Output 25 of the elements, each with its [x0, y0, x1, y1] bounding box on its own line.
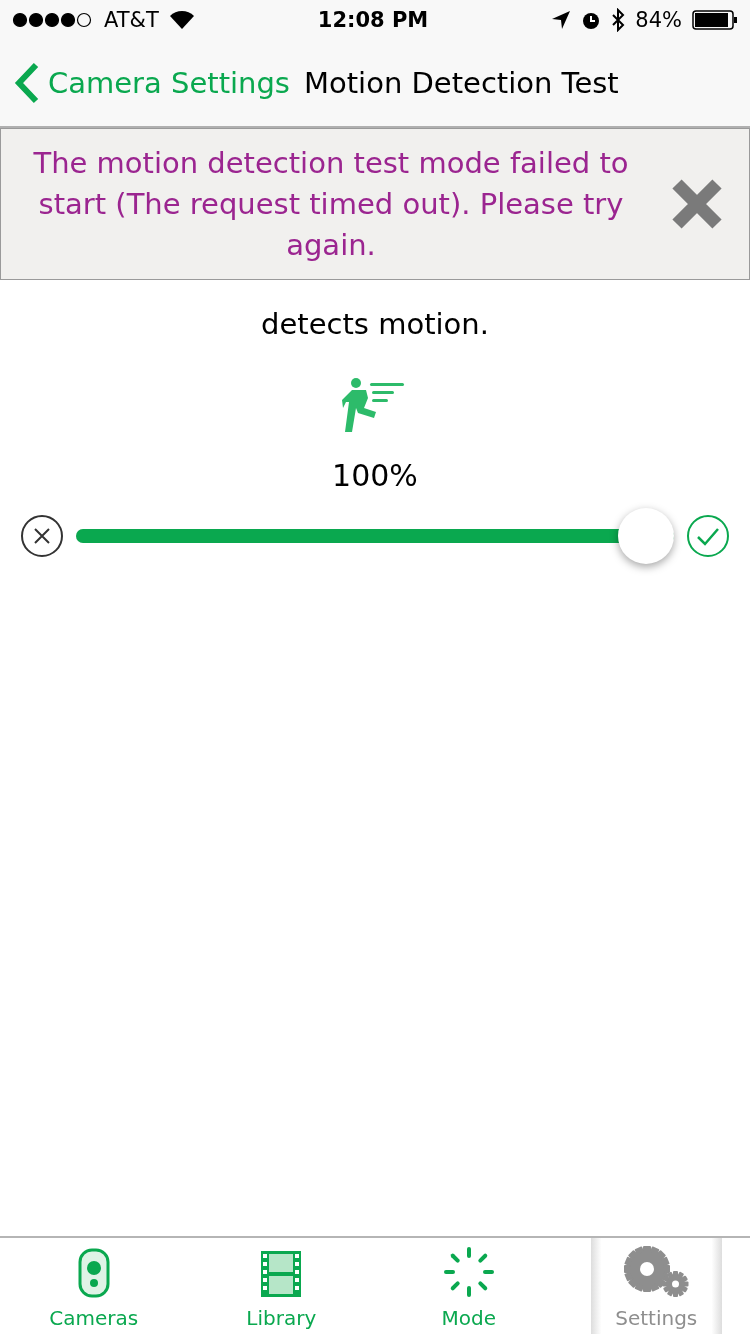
- sensitivity-reading: 100%: [332, 458, 418, 493]
- battery-percentage: 84%: [635, 8, 682, 32]
- gear-icon: [623, 1246, 690, 1298]
- tab-bar-item[interactable]: Settings: [590, 1238, 722, 1334]
- camera-icon: [77, 1248, 110, 1298]
- description-text: detects motion.: [260, 306, 490, 343]
- bluetooth-icon: [611, 8, 626, 32]
- wifi-icon: [168, 10, 195, 30]
- carrier-name: AT&T: [104, 8, 159, 32]
- chevron-left-icon: [14, 62, 40, 104]
- alarm-clock-icon: [581, 10, 602, 30]
- battery-icon: [692, 10, 738, 30]
- error-message: The motion detection test mode failed to start (The request timed out). Please try again.: [32, 144, 630, 264]
- confirm-check-icon[interactable]: [686, 514, 730, 558]
- status-time: 12:08 PM: [317, 8, 429, 32]
- signal-strength-icon: [12, 12, 94, 28]
- screen-title: Motion Detection Test: [303, 66, 619, 100]
- back-button[interactable]: Camera Settings: [14, 62, 290, 104]
- spinner-icon: [442, 1246, 495, 1298]
- location-arrow-icon: [551, 10, 572, 30]
- cancel-circle-icon[interactable]: [20, 514, 64, 558]
- slider-thumb[interactable]: [618, 508, 674, 564]
- film-strip-icon: [260, 1250, 303, 1298]
- sensitivity-slider[interactable]: [76, 507, 674, 565]
- close-icon: [671, 178, 723, 230]
